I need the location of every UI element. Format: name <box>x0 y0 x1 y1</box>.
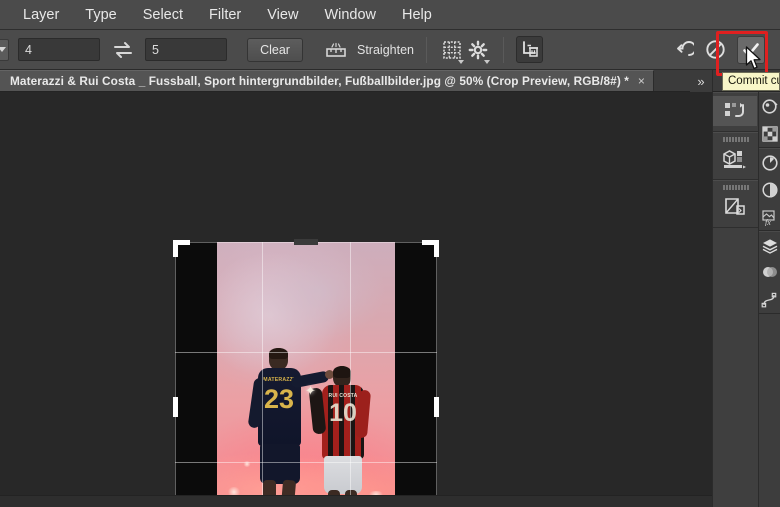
clear-button[interactable]: Clear <box>247 37 303 62</box>
right-dock-panels <box>712 92 758 507</box>
commit-crop-button[interactable] <box>737 35 765 64</box>
gear-icon[interactable] <box>465 37 491 64</box>
status-bar <box>0 495 712 507</box>
crop-handle-top-middle[interactable] <box>294 239 318 245</box>
player-number-text: 23 <box>263 384 295 414</box>
adjustments-panel-icon[interactable] <box>759 149 780 176</box>
swap-arrows-icon[interactable] <box>110 38 136 62</box>
document-tab-title: Materazzi & Rui Costa _ Fussball, Sport … <box>10 74 629 88</box>
crop-handle-top-left-v[interactable] <box>173 240 178 257</box>
channels-panel-icon[interactable] <box>759 259 780 286</box>
straighten-icon[interactable] <box>323 37 349 63</box>
canvas-workspace[interactable]: MATERAZZI 23 RUI COSTA 10 ✦ <box>0 92 712 507</box>
menu-view[interactable]: View <box>254 4 311 26</box>
panel-tab-strip <box>713 136 758 143</box>
right-dock-rail: fx <box>758 92 780 507</box>
crop-selection-frame[interactable]: MATERAZZI 23 RUI COSTA 10 ✦ <box>173 239 439 507</box>
rail-section-2: fx <box>759 148 780 231</box>
close-icon[interactable]: × <box>638 74 645 88</box>
panel-tab-strip <box>713 184 758 191</box>
crop-handle-left-middle[interactable] <box>173 397 178 417</box>
swatches-panel-icon[interactable] <box>759 120 780 147</box>
crop-handle-top-right-v[interactable] <box>434 240 439 257</box>
player-shorts <box>260 444 300 484</box>
layer-comps-icon[interactable] <box>713 192 757 222</box>
chevron-down-icon <box>483 59 490 64</box>
commit-crop-wrapper <box>728 30 774 70</box>
menu-help[interactable]: Help <box>389 4 445 26</box>
crop-handle-right-middle[interactable] <box>434 397 439 417</box>
chevron-down-icon <box>0 47 6 52</box>
lens-sparkle-icon: ✦ <box>305 383 316 398</box>
menu-bar: Layer Type Select Filter View Window Hel… <box>0 0 780 30</box>
menu-layer[interactable]: Layer <box>10 4 72 26</box>
straighten-tool[interactable]: Straighten <box>323 37 414 63</box>
document-tab[interactable]: Materazzi & Rui Costa _ Fussball, Sport … <box>0 70 654 91</box>
tab-overflow-chevron-icon[interactable]: » <box>690 70 712 92</box>
player-materazzi: MATERAZZI 23 <box>247 348 334 507</box>
cancel-circle-slash-icon[interactable] <box>702 37 728 63</box>
crop-grid-v1 <box>262 242 263 507</box>
document-tab-bar: Materazzi & Rui Costa _ Fussball, Sport … <box>0 70 712 92</box>
chevron-down-icon <box>457 59 464 64</box>
options-divider-2 <box>502 36 504 63</box>
straighten-label: Straighten <box>357 42 414 57</box>
layer-comps-panel-group <box>713 180 758 228</box>
options-bar-right-group <box>670 30 780 70</box>
layers-panel-icon[interactable] <box>759 232 780 259</box>
player-hair <box>333 366 351 378</box>
3d-panel-group <box>713 132 758 180</box>
photo-crop-preview: MATERAZZI 23 RUI COSTA 10 ✦ <box>217 242 395 507</box>
menu-window[interactable]: Window <box>311 4 389 26</box>
delete-cropped-pixels-icon[interactable] <box>515 36 543 63</box>
options-divider-1 <box>425 36 427 63</box>
crop-preset-dropdown[interactable] <box>0 38 9 61</box>
color-panel-icon[interactable] <box>759 93 780 120</box>
commit-tooltip: Commit curr <box>722 72 780 91</box>
paths-panel-icon[interactable] <box>759 286 780 313</box>
reset-arrow-icon[interactable] <box>670 37 696 63</box>
svg-text:fx: fx <box>765 218 771 226</box>
history-panel-group <box>713 92 758 132</box>
styles-panel-icon[interactable] <box>759 176 780 203</box>
commit-checkmark-icon <box>743 42 759 56</box>
photoshop-window: Layer Type Select Filter View Window Hel… <box>0 0 780 507</box>
crop-ratio-height-input[interactable]: 5 <box>145 38 227 61</box>
player-hair <box>269 348 288 359</box>
smoke-plume-right <box>252 242 387 341</box>
3d-panel-icon[interactable] <box>713 144 757 174</box>
menu-type[interactable]: Type <box>72 4 129 26</box>
rail-section-3 <box>759 231 780 314</box>
menu-select[interactable]: Select <box>130 4 196 26</box>
crop-ratio-width-input[interactable]: 4 <box>18 38 100 61</box>
crop-grid-v2 <box>350 242 351 507</box>
tool-options-bar: 4 5 Clear Straighten <box>0 30 780 70</box>
crop-grid-h1 <box>175 352 437 353</box>
fx-panel-icon[interactable]: fx <box>759 203 780 230</box>
menu-filter[interactable]: Filter <box>196 4 254 26</box>
crop-overlay-grid-icon[interactable] <box>439 37 465 64</box>
player-rui-costa: RUI COSTA 10 <box>308 366 372 507</box>
rail-section-1 <box>759 92 780 148</box>
crop-grid-h2 <box>175 462 437 463</box>
history-panel-icon[interactable] <box>713 96 757 126</box>
